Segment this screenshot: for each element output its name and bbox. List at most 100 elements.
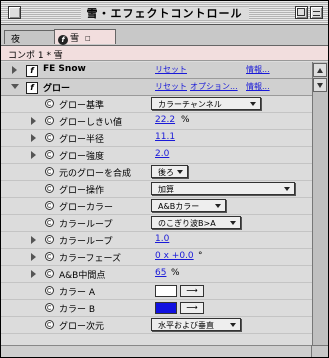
effect-toggle-icon[interactable]: f: [26, 65, 38, 77]
dropdown-caret-icon: [230, 323, 236, 327]
collapse-triangle-icon[interactable]: [11, 84, 19, 89]
stopwatch-icon[interactable]: [45, 286, 54, 295]
property-row: 元のグローを合成 後ろ: [1, 164, 312, 181]
dropdown-caret-icon: [215, 204, 221, 208]
property-row: グロー次元 水平および垂直: [1, 317, 312, 334]
resize-grip-icon[interactable]: [311, 345, 328, 357]
expand-triangle-icon[interactable]: [12, 66, 17, 74]
dropdown-caret-icon: [284, 187, 290, 191]
expand-triangle-icon[interactable]: [31, 253, 36, 261]
property-row: グロー基準 カラーチャンネル: [1, 96, 312, 113]
expand-triangle-icon[interactable]: [31, 134, 36, 142]
dropdown-value: A&Bカラー: [158, 202, 200, 211]
color-phase-value[interactable]: 0 x +0.0: [155, 251, 194, 261]
property-label: カラー B: [59, 305, 96, 315]
property-row: グロー半径 11.1: [1, 130, 312, 147]
tab-snow[interactable]: f 雪 □: [54, 29, 116, 45]
tab-bar: 夜 f 雪 □: [1, 25, 328, 45]
expand-triangle-icon[interactable]: [31, 151, 36, 159]
glow-dimensions-dropdown[interactable]: 水平および垂直: [151, 318, 241, 331]
property-label: A&B中間点: [59, 271, 106, 281]
collapse-box-icon[interactable]: [310, 6, 323, 19]
unit-label: °: [198, 251, 203, 261]
property-row: カラー B ⟶: [1, 300, 312, 317]
expand-triangle-icon[interactable]: [31, 236, 36, 244]
glow-threshold-value[interactable]: 22.2: [155, 115, 175, 125]
property-row: グローカラー A&Bカラー: [1, 198, 312, 215]
dropdown-value: 後ろ: [158, 168, 174, 177]
stopwatch-icon[interactable]: [45, 252, 54, 261]
property-row: カラーフェーズ 0 x +0.0 °: [1, 249, 312, 266]
expand-triangle-icon[interactable]: [31, 270, 36, 278]
color-a-swatch[interactable]: [155, 285, 177, 297]
scroll-down-arrow-icon[interactable]: [313, 78, 327, 92]
property-row: カラー A ⟶: [1, 283, 312, 300]
property-label: カラーフェーズ: [59, 254, 122, 264]
scroll-up-arrow-icon[interactable]: [313, 63, 327, 77]
glow-colors-dropdown[interactable]: A&Bカラー: [151, 199, 226, 212]
stopwatch-icon[interactable]: [45, 116, 54, 125]
composite-original-dropdown[interactable]: 後ろ: [151, 165, 188, 178]
color-looping-dropdown[interactable]: のこぎり波B>A: [151, 216, 241, 229]
stopwatch-icon[interactable]: [45, 99, 54, 108]
dropdown-value: カラーチャンネル: [158, 100, 222, 109]
unit-label: %: [171, 268, 180, 278]
property-label: グロー操作: [59, 186, 105, 196]
stopwatch-icon[interactable]: [45, 133, 54, 142]
property-label: グロー半径: [59, 135, 105, 145]
stopwatch-icon[interactable]: [45, 320, 54, 329]
stopwatch-icon[interactable]: [45, 235, 54, 244]
property-label: カラーループ: [59, 237, 113, 247]
stopwatch-icon[interactable]: [45, 150, 54, 159]
tab-close-icon[interactable]: □: [85, 35, 91, 42]
dropdown-caret-icon: [177, 170, 183, 174]
tab-label: 雪: [70, 34, 80, 44]
expand-triangle-icon[interactable]: [31, 117, 36, 125]
effect-controls-window: 雪・エフェクトコントロール 夜 f 雪 □ コンポ 1 * 雪 f FE Snow …: [0, 0, 329, 358]
stopwatch-icon[interactable]: [45, 201, 54, 210]
property-row: カラーループ 1.0: [1, 232, 312, 249]
stopwatch-icon[interactable]: [45, 167, 54, 176]
effect-property-list: f FE Snow リセット 情報... f グロー リセット オプション...…: [1, 62, 312, 348]
dropdown-value: のこぎり波B>A: [158, 219, 216, 228]
window-title: 雪・エフェクトコントロール: [80, 7, 249, 20]
reset-link[interactable]: リセット: [155, 81, 187, 92]
dropdown-value: 加算: [158, 185, 174, 194]
property-row: A&B中間点 65 %: [1, 266, 312, 283]
property-label: グロー強度: [59, 152, 105, 162]
stopwatch-icon[interactable]: [45, 184, 54, 193]
stopwatch-icon[interactable]: [45, 303, 54, 312]
options-link[interactable]: オプション...: [190, 81, 238, 92]
stopwatch-icon[interactable]: [45, 218, 54, 227]
tab-night[interactable]: 夜: [4, 30, 56, 45]
effect-row-fe-snow: f FE Snow リセット 情報...: [1, 62, 312, 79]
tab-label: 夜: [11, 35, 21, 45]
dropdown-caret-icon: [230, 221, 236, 225]
property-label: グローしきい値: [59, 118, 123, 128]
stopwatch-icon[interactable]: [45, 269, 54, 278]
glow-intensity-value[interactable]: 2.0: [155, 149, 169, 159]
effect-name: グロー: [43, 84, 71, 94]
midpoint-value[interactable]: 65: [155, 268, 166, 278]
effect-row-glow: f グロー リセット オプション... 情報...: [1, 79, 312, 96]
property-row: グローしきい値 22.2 %: [1, 113, 312, 130]
effect-f-icon: f: [58, 35, 68, 45]
composition-path: コンポ 1 * 雪: [1, 45, 328, 61]
dropdown-value: 水平および垂直: [158, 321, 214, 330]
vertical-scrollbar[interactable]: [312, 62, 328, 348]
title-bar[interactable]: 雪・エフェクトコントロール: [1, 1, 328, 25]
glow-operation-dropdown[interactable]: 加算: [151, 182, 295, 195]
glow-based-on-dropdown[interactable]: カラーチャンネル: [151, 97, 261, 110]
about-link[interactable]: 情報...: [246, 64, 270, 75]
color-b-swatch[interactable]: [155, 302, 177, 314]
property-label: グローカラー: [59, 203, 114, 213]
glow-radius-value[interactable]: 11.1: [155, 132, 175, 142]
about-link[interactable]: 情報...: [246, 81, 270, 92]
horizontal-scrollbar[interactable]: [1, 345, 312, 357]
zoom-box-icon[interactable]: [295, 6, 308, 19]
effect-toggle-icon[interactable]: f: [26, 82, 38, 94]
color-loops-value[interactable]: 1.0: [155, 234, 169, 244]
reset-link[interactable]: リセット: [155, 64, 187, 75]
eyedropper-icon[interactable]: ⟶: [180, 302, 204, 314]
eyedropper-icon[interactable]: ⟶: [180, 285, 204, 297]
